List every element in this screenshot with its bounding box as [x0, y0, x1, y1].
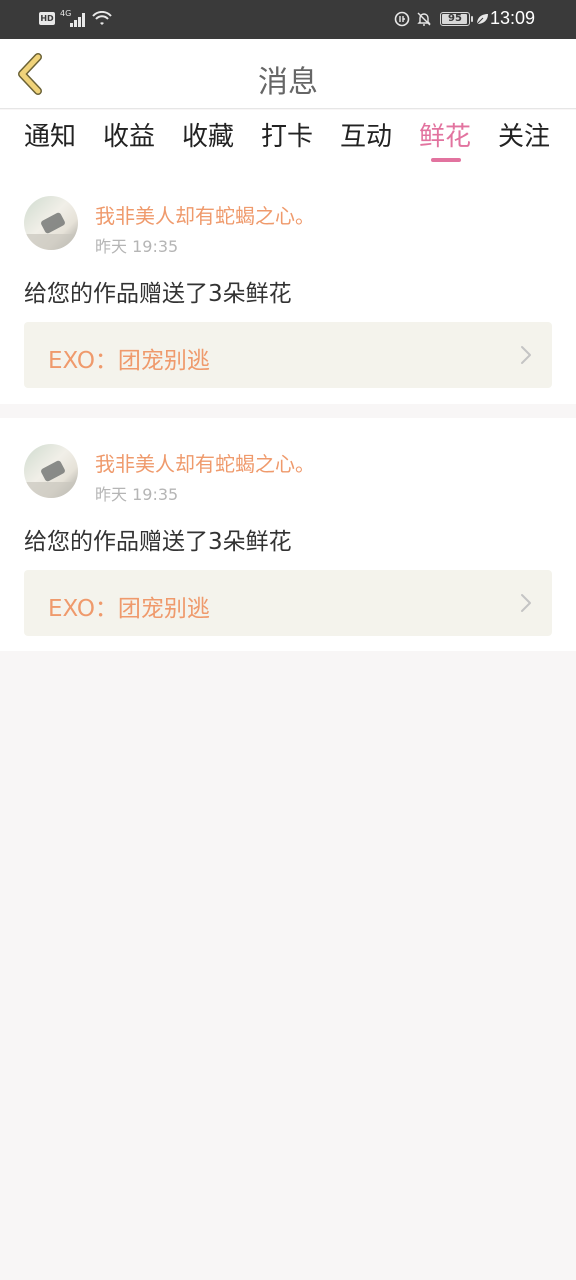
tab-favorites[interactable]: 收藏	[182, 120, 234, 154]
username[interactable]: 我非美人却有蛇蝎之心。	[95, 448, 315, 477]
page-title: 消息	[258, 65, 318, 100]
app-header: 消息	[0, 39, 576, 109]
notification-card: 我非美人却有蛇蝎之心。 昨天 19:35 给您的作品赠送了3朵鲜花 EXO：团宠…	[0, 170, 576, 404]
chevron-right-icon	[521, 594, 531, 612]
tab-bar: 通知 收益 收藏 打卡 互动 鲜花 关注	[0, 110, 576, 170]
work-title: EXO：团宠别逃	[48, 596, 210, 622]
tab-follow[interactable]: 关注	[498, 120, 550, 154]
battery-icon: 95	[440, 12, 473, 26]
wifi-icon	[92, 11, 112, 25]
notification-card: 我非美人却有蛇蝎之心。 昨天 19:35 给您的作品赠送了3朵鲜花 EXO：团宠…	[0, 418, 576, 652]
signal-icon	[70, 11, 88, 27]
data-saver-icon	[394, 11, 410, 27]
clock: 13:09	[490, 8, 536, 28]
tab-checkin[interactable]: 打卡	[261, 120, 313, 154]
battery-level: 95	[448, 13, 462, 24]
avatar[interactable]	[24, 196, 78, 250]
notification-message: 给您的作品赠送了3朵鲜花	[24, 529, 292, 555]
bell-off-icon	[417, 12, 431, 26]
avatar[interactable]	[24, 444, 78, 498]
timestamp: 昨天 19:35	[95, 485, 179, 504]
hd-icon: HD	[39, 12, 55, 25]
timestamp: 昨天 19:35	[95, 237, 179, 256]
leaf-icon	[476, 14, 488, 25]
username[interactable]: 我非美人却有蛇蝎之心。	[95, 200, 315, 229]
chevron-right-icon	[521, 346, 531, 364]
tab-earnings[interactable]: 收益	[103, 120, 155, 154]
tab-flowers[interactable]: 鲜花	[419, 120, 471, 154]
empty-list-area	[0, 651, 576, 1280]
work-link[interactable]: EXO：团宠别逃	[24, 322, 552, 388]
notification-message: 给您的作品赠送了3朵鲜花	[24, 281, 292, 307]
work-link[interactable]: EXO：团宠别逃	[24, 570, 552, 636]
work-title: EXO：团宠别逃	[48, 348, 210, 374]
tab-interaction[interactable]: 互动	[340, 120, 392, 154]
active-tab-indicator	[431, 158, 461, 162]
status-bar: HD 4G 95 13:09	[0, 0, 576, 39]
tab-notice[interactable]: 通知	[24, 120, 76, 154]
